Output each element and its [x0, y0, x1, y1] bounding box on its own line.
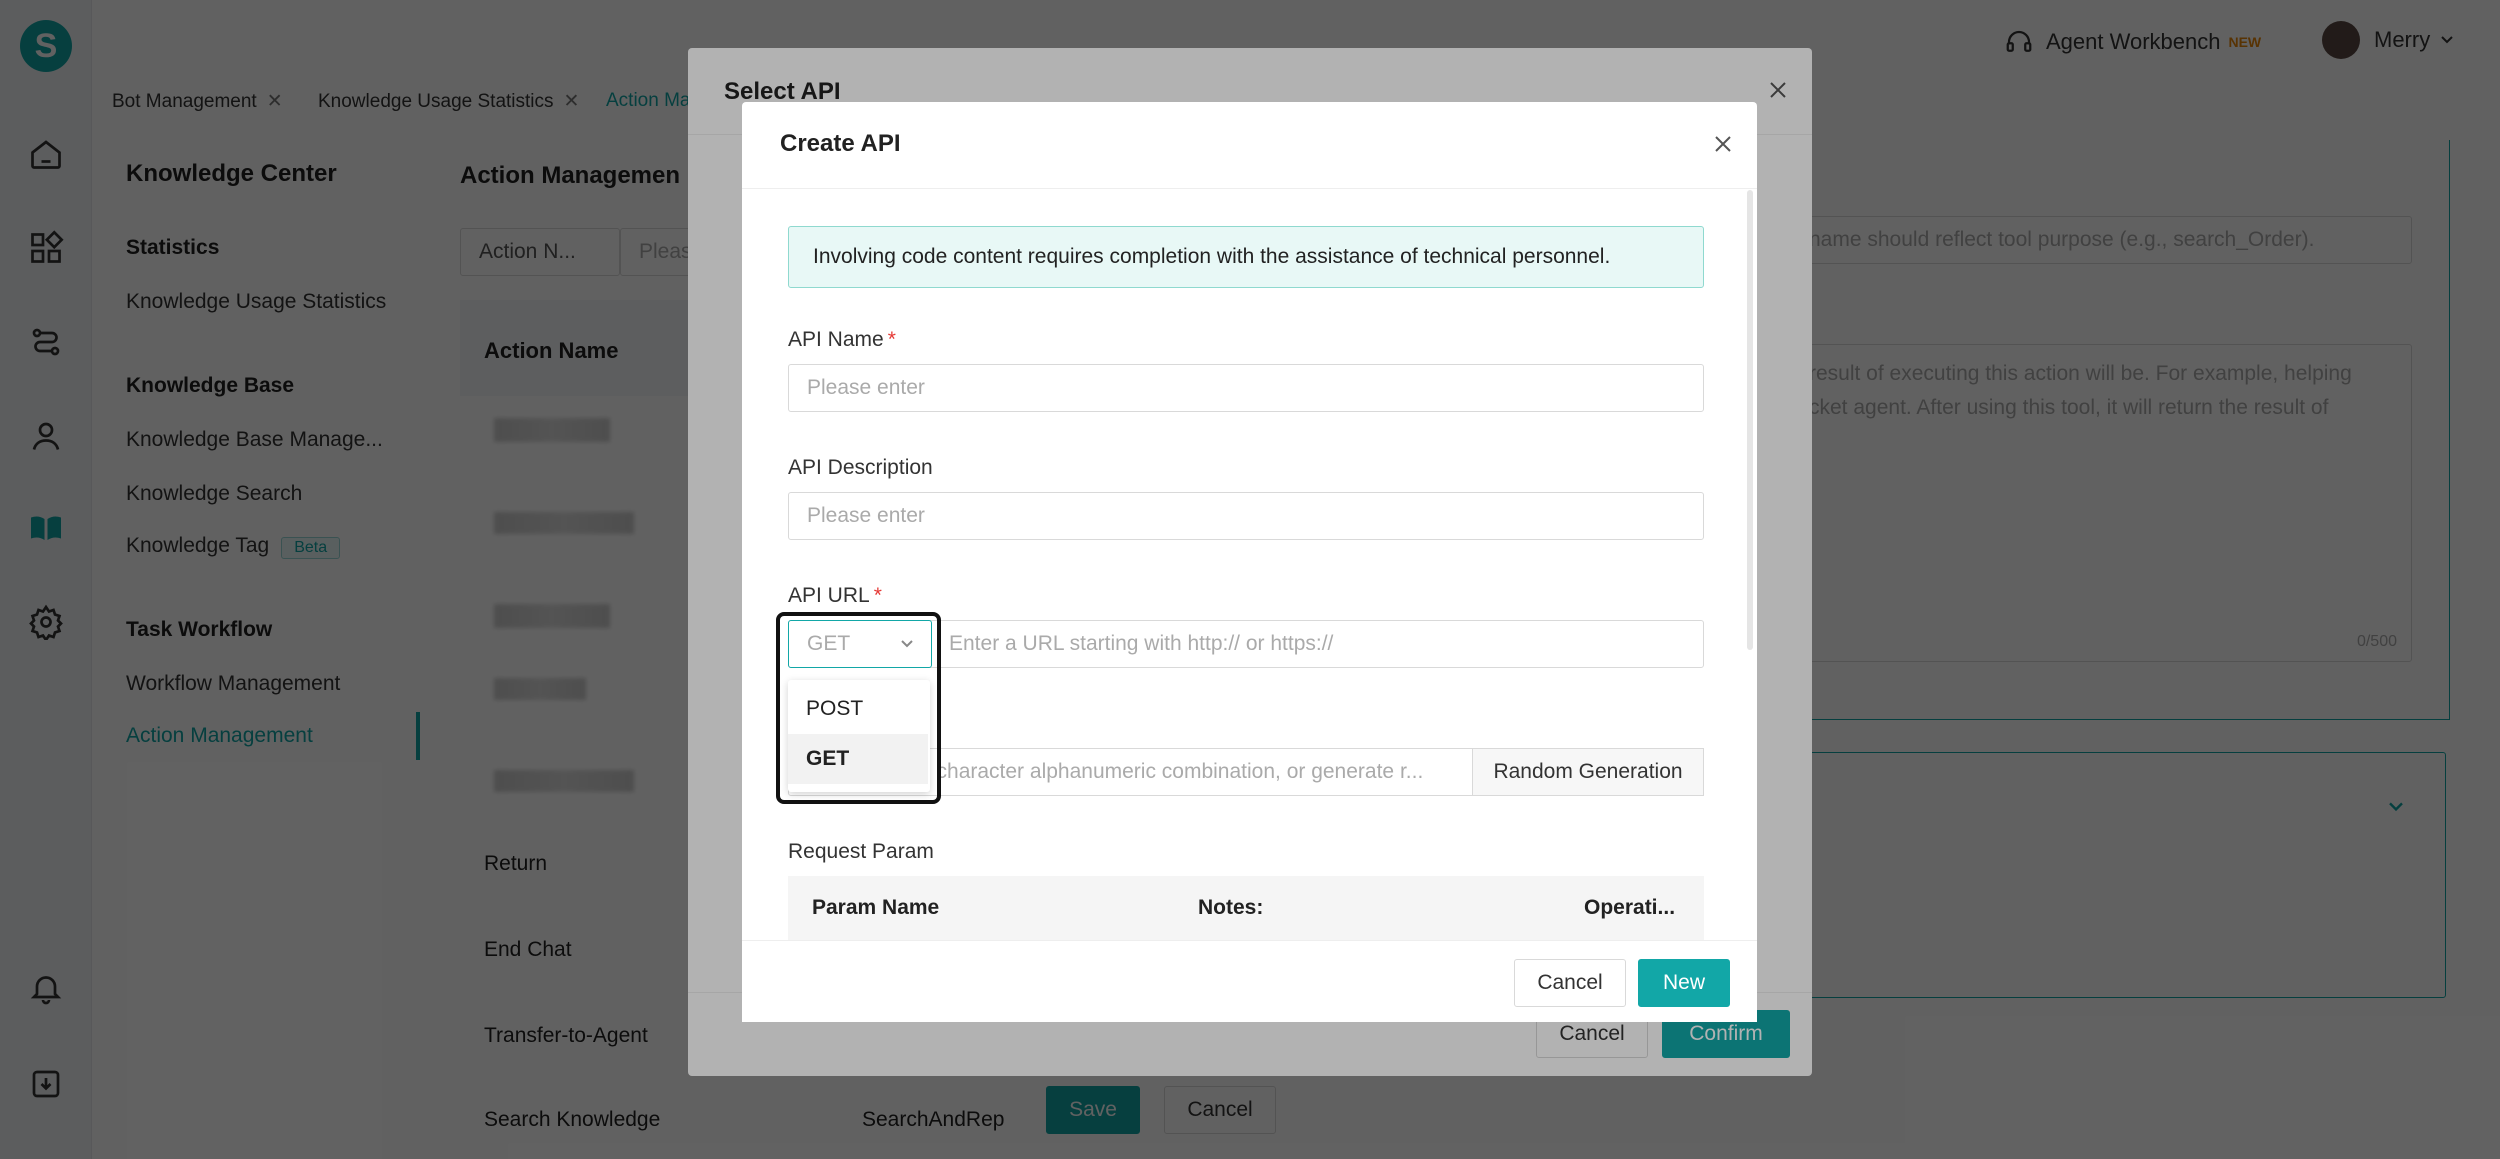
api-url-label: API URL *	[788, 584, 882, 608]
api-desc-input[interactable]: Please enter	[788, 492, 1704, 540]
label-text: API URL	[788, 584, 870, 607]
method-select[interactable]: GET	[788, 620, 932, 668]
api-desc-label: API Description	[788, 456, 933, 479]
divider	[742, 188, 1757, 189]
param-table-header: Param Name Notes: Operati...	[788, 876, 1704, 942]
method-select-value: GET	[807, 632, 851, 655]
create-api-title: Create API	[780, 130, 901, 157]
required-mark: *	[887, 328, 896, 351]
create-api-dialog: Create API Involving code content requir…	[742, 102, 1757, 1022]
notice-banner: Involving code content requires completi…	[788, 226, 1704, 288]
random-generation-button[interactable]: Random Generation	[1472, 748, 1704, 796]
method-option-get[interactable]: GET	[788, 734, 928, 784]
placeholder: 2 character alphanumeric combination, or…	[919, 760, 1424, 783]
required-mark: *	[873, 584, 882, 607]
request-param-label: Request Param	[788, 840, 934, 863]
chevron-down-icon	[899, 639, 915, 649]
api-name-input[interactable]: Please enter	[788, 364, 1704, 412]
cancel-button[interactable]: Cancel	[1514, 959, 1626, 1007]
method-dropdown: POST GET	[788, 680, 930, 792]
new-button[interactable]: New	[1638, 959, 1730, 1007]
method-option-post[interactable]: POST	[788, 684, 928, 734]
api-name-label: API Name *	[788, 328, 896, 352]
col-operation: Operati...	[1584, 896, 1676, 919]
col-param-name: Param Name	[812, 896, 940, 919]
dialog-footer: Cancel New	[742, 940, 1757, 1022]
placeholder: Please enter	[807, 376, 925, 399]
close-icon[interactable]	[1711, 132, 1735, 156]
label-text: API Name	[788, 328, 884, 351]
col-notes: Notes:	[1198, 896, 1264, 919]
placeholder: Please enter	[807, 504, 925, 527]
scrollbar[interactable]	[1747, 190, 1753, 650]
placeholder: Enter a URL starting with http:// or htt…	[949, 632, 1334, 655]
